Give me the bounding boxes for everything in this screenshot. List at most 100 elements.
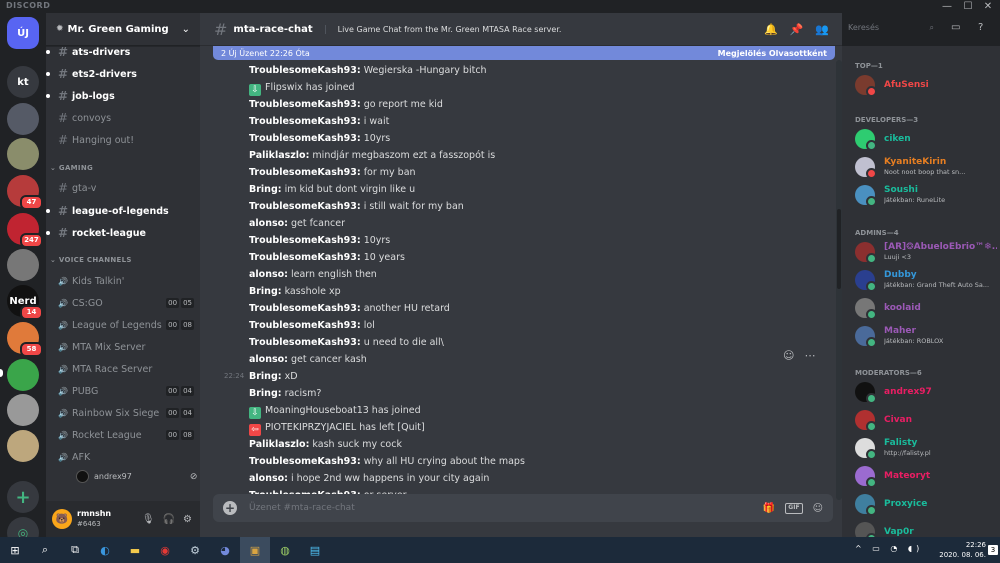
text-channel-gta-v[interactable]: # gta-v (52, 179, 194, 197)
add-server-button[interactable]: + (7, 481, 39, 513)
inbox-icon[interactable]: ▭ (951, 22, 960, 33)
voice-channel-rocket-league[interactable]: 🔊 Rocket League 00 08 (52, 426, 194, 444)
clock[interactable]: 22:26 2020. 08. 06. (939, 540, 986, 560)
chat-message[interactable]: TroublesomeKash93: another HU retard (200, 300, 820, 317)
chat-message[interactable]: 22:24 Bring: xD (200, 368, 820, 385)
member-item[interactable]: Mateoryt (855, 464, 997, 488)
steam-icon[interactable]: ⚙ (180, 537, 210, 563)
chrome-icon[interactable]: ◉ (150, 537, 180, 563)
voice-channel-kids-talkin-[interactable]: 🔊 Kids Talkin' (52, 272, 194, 290)
members-icon[interactable]: 👥 (815, 23, 829, 36)
server-icon[interactable] (7, 430, 39, 462)
server-icon[interactable] (7, 394, 39, 426)
search-icon[interactable]: ⌕ (30, 537, 60, 563)
member-item[interactable]: Falisty http://falisty.pl (855, 436, 997, 460)
microphone-icon[interactable]: 🎙 (142, 514, 155, 525)
member-item[interactable]: ciken (855, 127, 997, 151)
system-message[interactable]: ⇩ Flipswix has joined (200, 79, 820, 96)
server-icon[interactable] (7, 359, 39, 391)
message-composer[interactable]: + Üzenet #mta-race-chat 🎁 GIF ☺ (213, 494, 833, 522)
bell-icon[interactable]: 🔔 (764, 23, 778, 36)
server-icon[interactable] (7, 103, 39, 135)
edge-icon[interactable]: ◐ (90, 537, 120, 563)
member-item[interactable]: Proxyice (855, 492, 997, 516)
text-channel-ats-drivers[interactable]: # ats-drivers (46, 43, 194, 61)
chat-message[interactable]: TroublesomeKash93: i wait (200, 113, 820, 130)
server-icon[interactable]: Nerd 14 (7, 285, 43, 320)
voice-channel-rainbow-six-siege[interactable]: 🔊 Rainbow Six Siege 00 04 (52, 404, 194, 422)
chat-message[interactable]: Bring: kasshole xp (200, 283, 820, 300)
pin-icon[interactable]: 📌 (790, 23, 804, 36)
task-view-icon[interactable]: ⧉ (60, 537, 90, 563)
mta-taskbar-icon[interactable]: ◍ (270, 537, 300, 563)
chat-message[interactable]: TroublesomeKash93: for my ban (200, 164, 820, 181)
photos-taskbar-icon[interactable]: ▤ (300, 537, 330, 563)
gear-icon[interactable]: ⚙ (183, 514, 192, 525)
chat-message[interactable]: Paliklaszlo: kash suck my cock (200, 436, 820, 453)
headphones-icon[interactable]: 🎧 (163, 514, 175, 525)
server-icon[interactable]: 47 (7, 175, 43, 210)
emoji-icon[interactable]: ☺ (813, 503, 823, 514)
text-channel-convoys[interactable]: # convoys (52, 109, 194, 127)
chat-message[interactable]: alonso: i hope 2nd ww happens in your ci… (200, 470, 820, 487)
voice-channel-cs-go[interactable]: 🔊 CS:GO 00 05 (52, 294, 194, 312)
chat-message[interactable]: TroublesomeKash93: 10 years (200, 249, 820, 266)
member-item[interactable]: Dubby Játékban: Grand Theft Auto Sa... (855, 268, 997, 292)
server-icon[interactable]: 247 (7, 213, 43, 248)
server-icon[interactable]: kt (7, 66, 39, 98)
chat-message[interactable]: Paliklaszlo: mindjár megbaszom ezt a fas… (200, 147, 820, 164)
server-icon[interactable] (7, 249, 39, 281)
chat-message[interactable]: alonso: get fcancer (200, 215, 820, 232)
add-reaction-icon[interactable]: ☺ (783, 349, 794, 362)
app-taskbar-icon[interactable]: ▣ (240, 537, 270, 563)
voice-channel-league-of-legends[interactable]: 🔊 League of Legends 00 08 (52, 316, 194, 334)
help-icon[interactable]: ? (978, 22, 983, 33)
notification-center-icon[interactable]: 3 (988, 545, 998, 555)
member-item[interactable]: KyaniteKirin Noot noot boop that sn... (855, 155, 997, 179)
search-input[interactable]: Keresés ⌕ (843, 20, 939, 37)
scrollbar-thumb[interactable] (837, 209, 841, 289)
mark-as-read-button[interactable]: Megjelölés Olvasottként (718, 49, 827, 58)
member-item[interactable]: andrex97 (855, 380, 997, 404)
chat-message[interactable]: Bring: im kid but dont virgin like u (200, 181, 820, 198)
chat-message[interactable]: Bring: racism? (200, 385, 820, 402)
voice-channel-pubg[interactable]: 🔊 PUBG 00 04 (52, 382, 194, 400)
chat-message[interactable]: TroublesomeKash93: go report me kid (200, 96, 820, 113)
server-icon[interactable]: ÚJ (7, 17, 39, 49)
chat-message[interactable]: alonso: learn english then (200, 266, 820, 283)
member-item[interactable]: koolaid (855, 296, 997, 320)
chat-message[interactable]: TroublesomeKash93: lol (200, 317, 820, 334)
chat-message[interactable]: TroublesomeKash93: 10yrs (200, 130, 820, 147)
chat-message[interactable]: TroublesomeKash93: 10yrs (200, 232, 820, 249)
text-channel-job-logs[interactable]: # job-logs (46, 87, 194, 105)
member-item[interactable]: [AR]❂AbueloEbrio™❄... Luuji <3 (855, 240, 997, 264)
gif-button[interactable]: GIF (785, 502, 803, 514)
chat-message[interactable]: TroublesomeKash93: why all HU crying abo… (200, 453, 820, 470)
close-button[interactable]: ✕ (978, 0, 998, 13)
windows-start-icon[interactable]: ⊞ (0, 537, 30, 563)
avatar[interactable]: 🐻 (52, 509, 72, 529)
voice-user-andrex97[interactable]: andrex97 ⊘ (76, 470, 197, 483)
tray-icons[interactable]: ^ ▭ ◔ ◖) (855, 544, 923, 553)
voice-channel-afk[interactable]: 🔊 AFK (52, 448, 194, 466)
new-messages-bar[interactable]: 2 Új Üzenet 22:26 Óta Megjelölés Olvasot… (213, 46, 835, 60)
text-channel-league-of-legends[interactable]: # league-of-legends (46, 202, 194, 220)
system-message[interactable]: ⇦ PIOTEKIPRZYJACIEL has left [Quit] (200, 419, 820, 436)
chat-message[interactable]: TroublesomeKash93: Wegierska -Hungary bi… (200, 62, 820, 79)
member-item[interactable]: Civan (855, 408, 997, 432)
gift-icon[interactable]: 🎁 (763, 503, 775, 514)
chat-message[interactable]: TroublesomeKash93: i still wait for my b… (200, 198, 820, 215)
member-item[interactable]: Vap0r (855, 520, 997, 537)
more-icon[interactable]: ⋯ (804, 349, 815, 362)
text-channel-hanging-out-[interactable]: # Hanging out! (52, 131, 194, 149)
server-icon[interactable] (7, 138, 39, 170)
text-channel-rocket-league[interactable]: # rocket-league (46, 224, 194, 242)
minimize-button[interactable]: — (937, 0, 957, 13)
chat-message[interactable]: alonso: get cancer kash (200, 351, 820, 368)
voice-channel-mta-mix-server[interactable]: 🔊 MTA Mix Server (52, 338, 194, 356)
upload-button[interactable]: + (223, 501, 237, 515)
member-item[interactable]: AfuSensi (855, 73, 997, 97)
discord-taskbar-icon[interactable]: ◕ (210, 537, 240, 563)
file-explorer-icon[interactable]: ▬ (120, 537, 150, 563)
category-gaming[interactable]: ⌄ GAMING (50, 164, 93, 172)
